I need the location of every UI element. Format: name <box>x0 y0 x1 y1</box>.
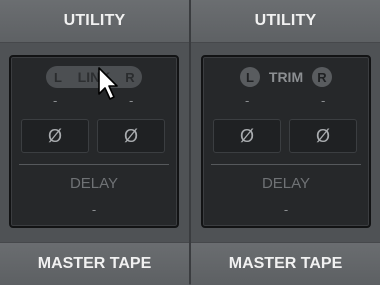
utility-header[interactable]: UTILITY <box>191 0 380 43</box>
utility-panel: L LINK R - - Ø Ø DELAY - <box>9 55 179 228</box>
left-value: - <box>245 93 250 108</box>
link-toggle-row: L LINK R <box>11 66 177 88</box>
utility-panel: L TRIM R - - Ø Ø DELAY - <box>201 55 371 228</box>
delay-label: DELAY <box>69 175 119 192</box>
link-toggle[interactable]: L LINK R <box>46 66 142 88</box>
master-tape-footer[interactable]: MASTER TAPE <box>0 242 189 285</box>
channel-strip-1: UTILITY L LINK R - - Ø Ø DELAY - MASTER … <box>0 0 189 285</box>
phase-invert-left-button[interactable]: Ø <box>213 119 281 153</box>
right-channel-button[interactable]: R <box>120 67 140 87</box>
right-value: - <box>321 93 326 108</box>
left-channel-button[interactable]: L <box>48 67 68 87</box>
left-channel-button[interactable]: L <box>240 67 260 87</box>
separator <box>211 164 361 165</box>
channel-values: - - <box>11 93 177 108</box>
channel-strip-2: UTILITY L TRIM R - - Ø Ø DELAY - MASTER … <box>191 0 380 285</box>
utility-header[interactable]: UTILITY <box>0 0 189 43</box>
mouse-pointer-icon <box>98 67 118 100</box>
separator <box>19 164 169 165</box>
phase-invert-right-button[interactable]: Ø <box>289 119 357 153</box>
delay-value[interactable]: - <box>11 202 177 217</box>
delay-value[interactable]: - <box>203 202 369 217</box>
master-tape-footer[interactable]: MASTER TAPE <box>191 242 380 285</box>
phase-invert-right-button[interactable]: Ø <box>97 119 165 153</box>
delay-label: DELAY <box>261 175 311 192</box>
phase-invert-left-button[interactable]: Ø <box>21 119 89 153</box>
right-channel-button[interactable]: R <box>312 67 332 87</box>
left-value: - <box>53 93 58 108</box>
trim-toggle[interactable]: L TRIM R <box>238 66 334 88</box>
right-value: - <box>129 93 134 108</box>
trim-toggle-row: L TRIM R <box>203 66 369 88</box>
trim-label: TRIM <box>268 69 304 85</box>
channel-values: - - <box>203 93 369 108</box>
